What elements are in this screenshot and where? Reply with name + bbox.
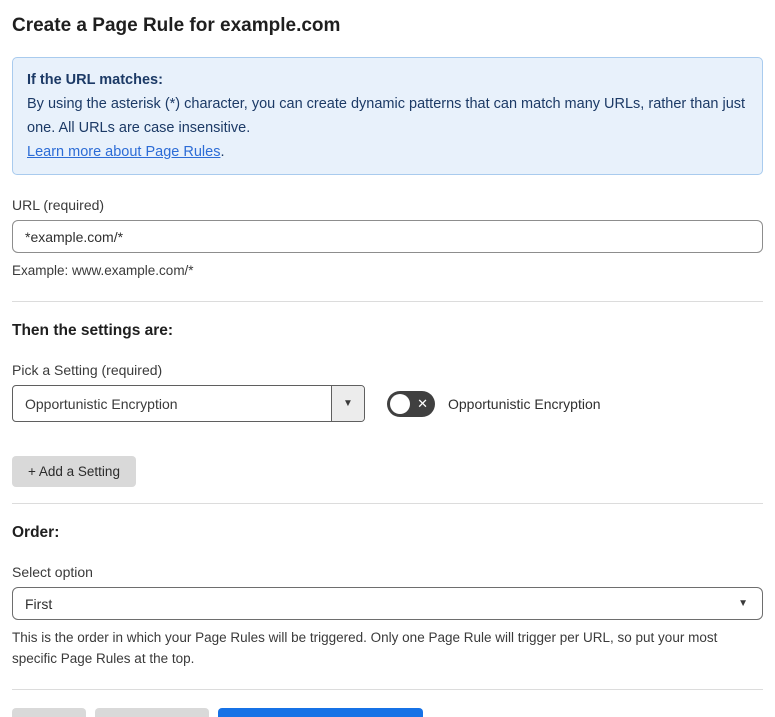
page-title: Create a Page Rule for example.com [12, 15, 341, 36]
order-select[interactable]: First ▼ [12, 587, 763, 620]
pick-setting-label: Pick a Setting (required) [12, 362, 163, 378]
divider [12, 301, 763, 302]
link-period: . [220, 144, 225, 160]
setting-row: Opportunistic Encryption ▼ ✕ Opportunist… [12, 385, 763, 422]
divider [12, 503, 763, 504]
add-setting-button[interactable]: + Add a Setting [12, 456, 136, 487]
select-option-label: Select option [12, 564, 93, 580]
setting-picker-arrow-button[interactable]: ▼ [331, 386, 364, 421]
chevron-down-icon: ▼ [343, 398, 353, 409]
footer-actions: Cancel Save as Draft Save and Deploy Pag… [12, 708, 763, 717]
toggle-group: ✕ Opportunistic Encryption [387, 390, 601, 417]
info-box-heading: If the URL matches: [27, 72, 163, 88]
opportunistic-encryption-toggle[interactable]: ✕ [387, 390, 435, 417]
cancel-button[interactable]: Cancel [12, 708, 87, 717]
setting-picker-value: Opportunistic Encryption [25, 395, 178, 412]
page-rule-form: Create a Page Rule for example.com If th… [0, 14, 775, 717]
url-match-info-box: If the URL matches: By using the asteris… [12, 57, 763, 175]
url-label: URL (required) [12, 197, 105, 213]
save-and-deploy-button[interactable]: Save and Deploy Page Rule [217, 708, 424, 717]
settings-section-heading: Then the settings are: [12, 322, 174, 339]
divider [12, 689, 763, 690]
learn-more-link[interactable]: Learn more about Page Rules [27, 144, 220, 160]
toggle-off-x-icon: ✕ [417, 395, 428, 411]
save-as-draft-button[interactable]: Save as Draft [95, 708, 209, 717]
url-example-text: Example: www.example.com/* [12, 263, 194, 278]
order-help-text: This is the order in which your Page Rul… [12, 630, 718, 666]
setting-picker[interactable]: Opportunistic Encryption ▼ [12, 385, 365, 422]
info-box-body: By using the asterisk (*) character, you… [27, 96, 746, 136]
chevron-down-icon: ▼ [738, 598, 748, 609]
toggle-knob [390, 393, 410, 414]
info-box-link-line: Learn more about Page Rules. [27, 140, 748, 164]
order-select-value: First [25, 595, 53, 612]
order-section-heading: Order: [12, 524, 60, 541]
url-input[interactable] [12, 220, 763, 253]
toggle-label: Opportunistic Encryption [448, 395, 601, 412]
